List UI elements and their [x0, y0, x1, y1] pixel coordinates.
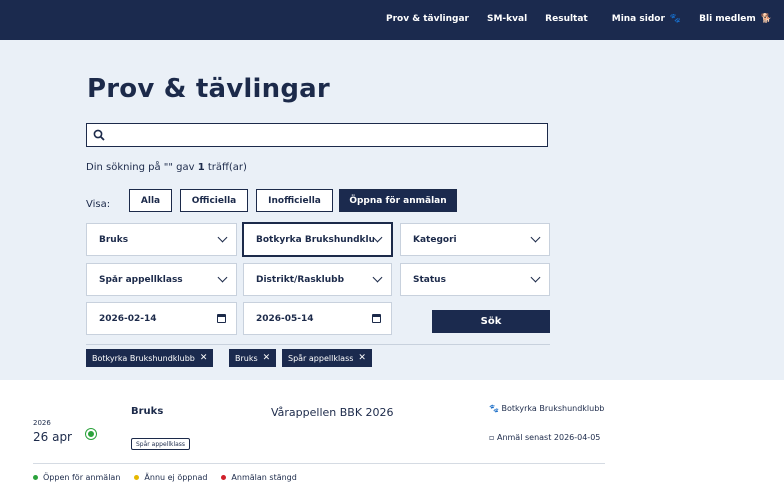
gren-select[interactable]: Bruks: [86, 223, 237, 256]
active-tag-label: Spår appellklass: [288, 353, 354, 363]
date-from-input[interactable]: 2026-02-14: [86, 302, 237, 335]
status-legend: Öppen för anmälan Ännu ej öppnad Anmälan…: [33, 473, 297, 482]
chevron-down-icon: [217, 272, 228, 283]
close-icon[interactable]: ✕: [263, 353, 271, 363]
chevron-down-icon: [217, 232, 228, 243]
active-tag-klass[interactable]: Spår appellklass ✕: [282, 349, 372, 367]
paw-icon: 🐾: [669, 14, 682, 24]
calendar-icon[interactable]: [217, 314, 226, 323]
nav-link-mina-sidor-label: Mina sidor: [611, 14, 665, 24]
status-select-value: Status: [413, 274, 446, 285]
page-title: Prov & tävlingar: [87, 74, 330, 104]
dog-icon: 🐕: [760, 14, 772, 24]
klass-select-value: Spår appellklass: [99, 274, 183, 285]
event-club-name: Botkyrka Brukshundklubb: [501, 404, 605, 413]
distrikt-select[interactable]: Distrikt/Rasklubb: [243, 263, 392, 296]
calendar-icon: ▫: [489, 433, 495, 442]
gren-select-value: Bruks: [99, 234, 129, 245]
main-nav: Prov & tävlingar SM-kval Resultat Mina s…: [386, 14, 772, 24]
kategori-select-value: Kategori: [413, 234, 457, 245]
klubb-select[interactable]: Botkyrka Brukshundklubb: [242, 222, 393, 257]
legend-open: Öppen för anmälan: [33, 473, 120, 482]
close-icon[interactable]: ✕: [200, 353, 208, 363]
result-count: 1: [197, 162, 205, 173]
close-icon[interactable]: ✕: [358, 353, 366, 363]
legend-not-open: Ännu ej öppnad: [134, 473, 207, 482]
search-input[interactable]: [111, 127, 547, 143]
active-tag-label: Botkyrka Brukshundklubb: [92, 353, 195, 363]
date-from-value: 2026-02-14: [99, 313, 157, 324]
visa-oppna-button[interactable]: Öppna för anmälan: [339, 189, 457, 212]
nav-link-bli-medlem[interactable]: Bli medlem 🐕: [699, 14, 772, 24]
search-button[interactable]: Sök: [432, 310, 550, 333]
event-divider: [33, 463, 605, 464]
active-tag-klubb[interactable]: Botkyrka Brukshundklubb ✕: [86, 349, 214, 367]
nav-link-resultat[interactable]: Resultat: [545, 14, 588, 24]
search-result-summary: Din sökning på "" gav 1 träff(ar): [86, 162, 247, 173]
top-navigation-bar: Prov & tävlingar SM-kval Resultat Mina s…: [0, 0, 784, 52]
klass-select[interactable]: Spår appellklass: [86, 263, 237, 296]
visa-officiella-button[interactable]: Officiella: [180, 189, 248, 212]
status-open-icon: [85, 428, 97, 440]
visa-alla-button[interactable]: Alla: [129, 189, 172, 212]
result-prefix: Din sökning på "" gav: [86, 162, 198, 173]
paw-icon: 🐾: [489, 404, 499, 413]
active-tag-gren[interactable]: Bruks ✕: [229, 349, 277, 367]
chevron-down-icon: [372, 272, 383, 283]
event-class-badge: Spår appellklass: [131, 438, 191, 450]
event-club: 🐾 Botkyrka Brukshundklubb: [489, 404, 609, 414]
legend-closed: Anmälan stängd: [221, 473, 297, 482]
legend-open-label: Öppen för anmälan: [43, 473, 121, 482]
event-deadline: ▫ Anmäl senast 2026-04-05: [489, 433, 609, 443]
event-year: 2026: [33, 419, 51, 427]
filter-divider: [86, 344, 550, 345]
nav-link-mina-sidor[interactable]: Mina sidor 🐾: [612, 14, 681, 24]
event-name[interactable]: Vårappellen BBK 2026: [271, 406, 394, 419]
nav-link-smkval[interactable]: SM-kval: [487, 14, 527, 24]
search-box[interactable]: [86, 123, 548, 147]
visa-inofficiella-button[interactable]: Inofficiella: [256, 189, 333, 212]
chevron-down-icon: [530, 272, 541, 283]
event-deadline-text: Anmäl senast 2026-04-05: [496, 433, 601, 442]
nav-link-bli-medlem-label: Bli medlem: [699, 14, 756, 24]
legend-closed-label: Anmälan stängd: [231, 473, 297, 482]
event-date: 26 apr: [33, 430, 72, 444]
nav-link-prov[interactable]: Prov & tävlingar: [386, 14, 469, 24]
status-open-icon: [33, 475, 38, 480]
status-closed-icon: [221, 475, 227, 480]
klubb-select-value: Botkyrka Brukshundklubb: [256, 234, 374, 245]
legend-not-open-label: Ännu ej öppnad: [144, 473, 208, 482]
date-to-input[interactable]: 2026-05-14: [243, 302, 392, 335]
result-suffix: träff(ar): [204, 162, 247, 173]
status-not-open-icon: [134, 475, 140, 480]
kategori-select[interactable]: Kategori: [400, 223, 550, 256]
event-type: Bruks: [131, 406, 164, 417]
chevron-down-icon: [530, 232, 541, 243]
calendar-icon[interactable]: [372, 314, 381, 323]
date-to-value: 2026-05-14: [256, 313, 314, 324]
distrikt-select-value: Distrikt/Rasklubb: [256, 274, 345, 285]
status-select[interactable]: Status: [400, 263, 550, 296]
active-tag-label: Bruks: [235, 353, 258, 363]
search-icon: [93, 129, 105, 141]
visa-label: Visa:: [86, 199, 111, 210]
chevron-down-icon: [372, 232, 383, 243]
